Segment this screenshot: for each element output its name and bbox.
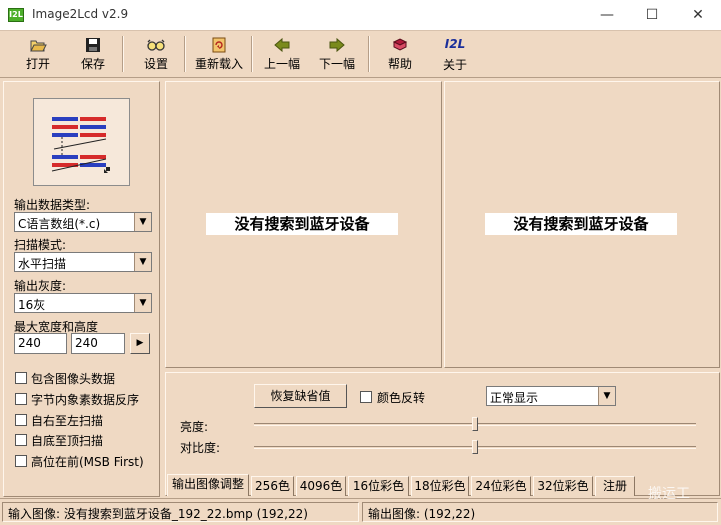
output-type-label: 输出数据类型: bbox=[14, 198, 91, 212]
option-label: 自右至左扫描 bbox=[31, 414, 104, 428]
toolbar-separator bbox=[368, 36, 370, 72]
tab-item[interactable]: 输出图像调整 bbox=[167, 474, 249, 496]
toolbar-separator bbox=[251, 36, 253, 72]
open-folder-icon bbox=[30, 40, 47, 52]
prev-image-label: 上一幅 bbox=[263, 57, 300, 71]
next-image-label: 下一幅 bbox=[318, 57, 355, 71]
tab-item[interactable]: 32位彩色 bbox=[533, 476, 593, 496]
play-icon: ▶ bbox=[136, 338, 144, 348]
tab-item[interactable]: 注册 bbox=[595, 476, 635, 496]
brightness-slider[interactable] bbox=[472, 417, 478, 431]
reload-page-icon bbox=[212, 37, 226, 53]
scan-mode-value: 水平扫描 bbox=[18, 257, 67, 271]
max-height-input[interactable]: 240 bbox=[71, 333, 125, 354]
tab-item[interactable]: 16位彩色 bbox=[348, 476, 409, 496]
option-checkbox[interactable] bbox=[15, 414, 27, 426]
settings-label: 设置 bbox=[143, 57, 168, 71]
floppy-disk-icon bbox=[86, 38, 100, 52]
option-label: 高位在前(MSB First) bbox=[31, 455, 144, 469]
tab-item[interactable]: 256色 bbox=[251, 476, 294, 496]
arrow-right-icon bbox=[329, 37, 345, 53]
save-button[interactable]: 保存 bbox=[67, 34, 119, 74]
brightness-label: 亮度: bbox=[180, 420, 209, 434]
output-type-value: C语言数组(*.c) bbox=[18, 217, 101, 231]
maximize-button[interactable]: ☐ bbox=[629, 0, 675, 30]
input-image-status: 输入图像: 没有搜索到蓝牙设备_192_22.bmp (192,22) bbox=[2, 502, 359, 522]
display-mode-select[interactable]: 正常显示 ▼ bbox=[486, 386, 616, 406]
help-label: 帮助 bbox=[387, 57, 412, 71]
option-checkbox[interactable] bbox=[15, 434, 27, 446]
watermark: 搬运工 bbox=[648, 486, 690, 502]
scan-direction-icon bbox=[51, 117, 110, 173]
reload-label: 重新载入 bbox=[194, 57, 243, 71]
chevron-down-icon[interactable]: ▼ bbox=[134, 294, 151, 312]
option-label: 字节内象素数据反序 bbox=[31, 393, 140, 407]
input-image-status-text: 输入图像: 没有搜索到蓝牙设备_192_22.bmp (192,22) bbox=[8, 507, 308, 521]
max-width-value: 240 bbox=[18, 336, 41, 350]
restore-defaults-button[interactable]: 恢复缺省值 bbox=[254, 384, 347, 408]
window-title: Image2Lcd v2.9 bbox=[32, 7, 129, 21]
help-book-icon bbox=[392, 38, 408, 51]
glasses-icon bbox=[147, 39, 165, 51]
minimize-button[interactable]: — bbox=[584, 0, 630, 30]
max-height-value: 240 bbox=[75, 336, 98, 350]
gray-level-value: 16灰 bbox=[18, 298, 46, 312]
open-button[interactable]: 打开 bbox=[12, 34, 64, 74]
invert-color-label: 颜色反转 bbox=[377, 391, 426, 405]
about-logo-icon: I2L bbox=[444, 37, 466, 51]
invert-color-checkbox[interactable] bbox=[360, 391, 372, 403]
output-image-message: 没有搜索到蓝牙设备 bbox=[485, 213, 677, 235]
chevron-down-icon[interactable]: ▼ bbox=[134, 213, 151, 231]
chevron-down-icon[interactable]: ▼ bbox=[598, 387, 615, 405]
output-image-status: 输出图像: (192,22) bbox=[362, 502, 718, 522]
toolbar-separator bbox=[122, 36, 124, 72]
option-checkbox[interactable] bbox=[15, 393, 27, 405]
contrast-label: 对比度: bbox=[180, 441, 221, 455]
output-image-status-text: 输出图像: (192,22) bbox=[368, 507, 476, 521]
scan-mode-preview bbox=[33, 98, 130, 186]
arrow-left-icon bbox=[274, 37, 290, 53]
option-checkbox[interactable] bbox=[15, 455, 27, 467]
save-label: 保存 bbox=[80, 57, 105, 71]
apply-size-button[interactable]: ▶ bbox=[130, 333, 150, 354]
gray-level-label: 输出灰度: bbox=[14, 279, 67, 293]
open-label: 打开 bbox=[25, 57, 50, 71]
gray-level-select[interactable]: 16灰 ▼ bbox=[14, 293, 152, 313]
output-type-select[interactable]: C语言数组(*.c) ▼ bbox=[14, 212, 152, 232]
max-width-input[interactable]: 240 bbox=[14, 333, 67, 354]
about-label: 关于 bbox=[442, 58, 467, 72]
option-label: 自底至顶扫描 bbox=[31, 434, 104, 448]
tab-item[interactable]: 18位彩色 bbox=[411, 476, 469, 496]
scan-mode-select[interactable]: 水平扫描 ▼ bbox=[14, 252, 152, 272]
next-image-button[interactable]: 下一幅 bbox=[311, 34, 363, 74]
about-button[interactable]: I2L 关于 bbox=[429, 34, 481, 74]
help-button[interactable]: 帮助 bbox=[374, 34, 426, 74]
tab-item[interactable]: 24位彩色 bbox=[471, 476, 531, 496]
contrast-slider[interactable] bbox=[472, 440, 478, 454]
app-icon: I2L bbox=[8, 8, 24, 22]
close-button[interactable]: ✕ bbox=[675, 0, 721, 30]
display-mode-value: 正常显示 bbox=[490, 391, 539, 405]
chevron-down-icon[interactable]: ▼ bbox=[134, 253, 151, 271]
tab-item[interactable]: 4096色 bbox=[296, 476, 346, 496]
prev-image-button[interactable]: 上一幅 bbox=[256, 34, 308, 74]
option-checkbox[interactable] bbox=[15, 372, 27, 384]
settings-button[interactable]: 设置 bbox=[130, 34, 182, 74]
reload-button[interactable]: 重新载入 bbox=[192, 34, 246, 74]
option-label: 包含图像头数据 bbox=[31, 372, 116, 386]
scan-mode-label: 扫描模式: bbox=[14, 238, 67, 252]
input-image-message: 没有搜索到蓝牙设备 bbox=[206, 213, 398, 235]
toolbar-separator bbox=[184, 36, 186, 72]
